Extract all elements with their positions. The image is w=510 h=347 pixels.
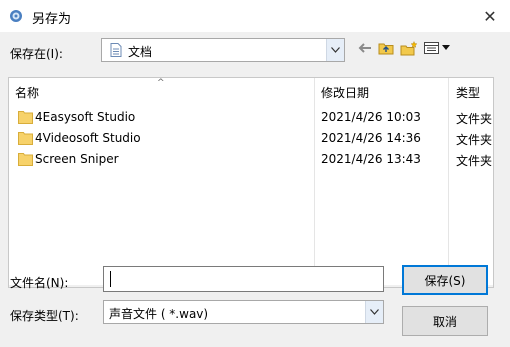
dialog-body: 保存在(I): 文档 ^ 名称 修改日期 类型 4Easysoft Studio… [0, 32, 510, 347]
file-date: 2021/4/26 13:43 [321, 152, 421, 166]
column-type[interactable]: 类型 [456, 84, 480, 101]
back-arrow-icon [358, 43, 371, 53]
file-name: Screen Sniper [35, 152, 119, 166]
column-header-row: ^ 名称 修改日期 类型 [9, 78, 493, 278]
chevron-down-icon [370, 309, 379, 315]
file-type: 文件夹 [456, 154, 493, 168]
filetype-value: 声音文件 ( *.wav) [109, 307, 209, 321]
view-menu-icon [424, 42, 450, 54]
close-button[interactable]: ✕ [470, 0, 510, 32]
column-name[interactable]: 名称 [15, 84, 39, 101]
file-date: 2021/4/26 10:03 [321, 110, 421, 124]
list-item[interactable]: 4Videosoft Studio 2021/4/26 14:36 文件夹 [9, 128, 493, 149]
app-icon [10, 10, 22, 22]
chevron-down-icon [331, 47, 340, 53]
cancel-button[interactable]: 取消 [402, 306, 488, 336]
folder-icon [18, 111, 33, 124]
save-in-combo[interactable]: 文档 [101, 38, 345, 62]
text-caret [110, 271, 111, 287]
folder-icon [18, 132, 33, 145]
file-list[interactable]: ^ 名称 修改日期 类型 4Easysoft Studio 2021/4/26 … [8, 77, 494, 288]
new-folder-icon [400, 40, 418, 55]
filetype-label: 保存类型(T): [10, 309, 79, 323]
file-name: 4Easysoft Studio [35, 110, 136, 124]
save-in-value: 文档 [128, 45, 153, 59]
save-in-label: 保存在(I): [10, 47, 63, 61]
window-title: 另存为 [32, 12, 72, 27]
save-in-dropdown-button[interactable] [326, 39, 344, 61]
filename-input[interactable] [103, 266, 384, 292]
file-type: 文件夹 [456, 133, 493, 147]
column-modified-date[interactable]: 修改日期 [321, 84, 369, 101]
sort-arrow-icon: ^ [157, 78, 165, 88]
title-bar: 另存为 ✕ [0, 0, 510, 32]
view-menu-button[interactable] [422, 39, 454, 57]
list-item[interactable]: Screen Sniper 2021/4/26 13:43 文件夹 [9, 149, 493, 170]
new-folder-button[interactable] [399, 39, 419, 57]
up-folder-icon [378, 43, 394, 55]
filetype-dropdown-button[interactable] [365, 301, 383, 323]
filetype-select[interactable]: 声音文件 ( *.wav) [103, 300, 384, 324]
folder-icon [18, 153, 33, 166]
up-folder-button[interactable] [376, 39, 396, 57]
file-date: 2021/4/26 14:36 [321, 131, 421, 145]
list-item[interactable]: 4Easysoft Studio 2021/4/26 10:03 文件夹 [9, 107, 493, 128]
close-icon: ✕ [483, 6, 497, 26]
document-icon [110, 43, 122, 57]
filename-label: 文件名(N): [10, 276, 69, 290]
back-button[interactable] [355, 39, 375, 57]
file-type: 文件夹 [456, 112, 493, 126]
save-button[interactable]: 保存(S) [402, 265, 488, 295]
file-name: 4Videosoft Studio [35, 131, 141, 145]
